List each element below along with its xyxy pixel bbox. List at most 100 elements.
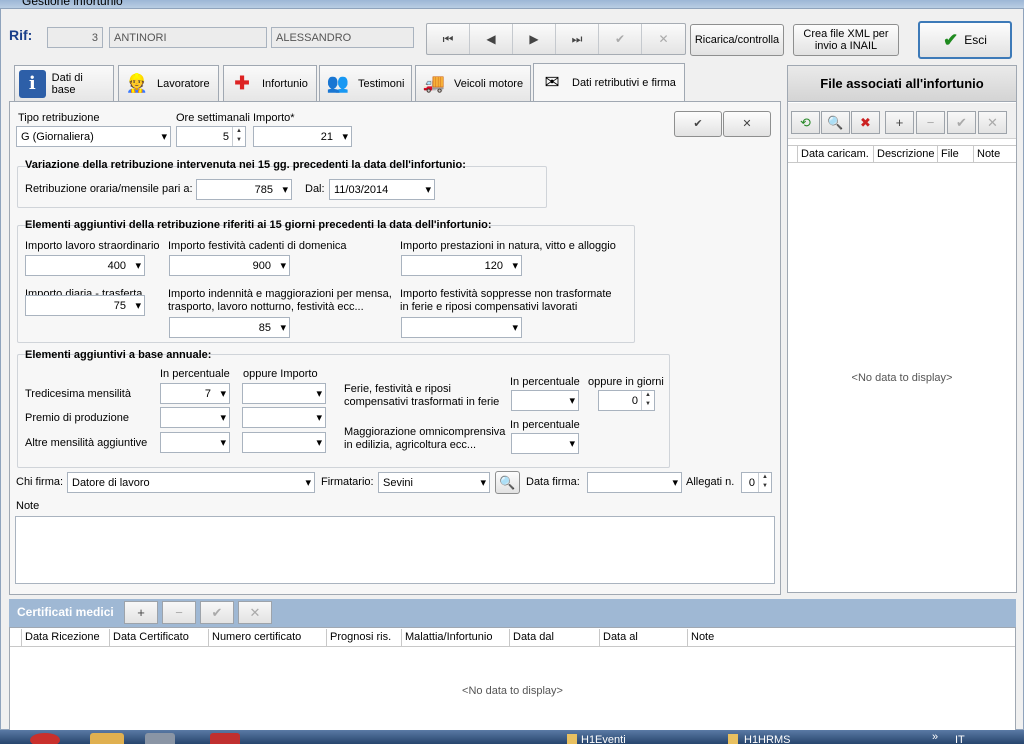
chevron-up-icon[interactable]: » <box>932 731 938 744</box>
soppresse-label-1: Importo festività soppresse non trasform… <box>400 288 612 300</box>
importo-field[interactable]: 21 <box>253 126 352 147</box>
prev-record-button[interactable]: ◀ <box>470 24 513 54</box>
altre-importo-field[interactable] <box>242 432 326 453</box>
tab-infortunio[interactable]: ✚ Infortunio <box>223 65 317 101</box>
retribuzione-field[interactable]: 785 <box>196 179 292 200</box>
add-certificato-button[interactable]: + <box>124 601 158 624</box>
diaria-field[interactable]: 75 <box>25 295 145 316</box>
certificati-grid-header: Data Ricezione Data Certificato Numero c… <box>10 629 1015 647</box>
cancel-certificato-button[interactable]: ✕ <box>238 601 272 624</box>
last-record-button[interactable]: ⏭ <box>556 24 599 54</box>
soppresse-field[interactable] <box>401 317 522 338</box>
form-confirm-button[interactable]: ✔ <box>674 111 722 137</box>
column-header[interactable]: File <box>938 146 974 162</box>
cancel-record-button[interactable]: ✕ <box>642 24 685 54</box>
spinner-arrows-icon[interactable]: ▲ ▼ <box>641 391 654 410</box>
firmatario-search-button[interactable]: 🔍 <box>495 471 520 494</box>
ricarica-button[interactable]: Ricarica/controlla <box>690 24 784 56</box>
column-header[interactable]: Data al <box>600 629 688 646</box>
natura-field[interactable]: 120 <box>401 255 522 276</box>
straord-field[interactable]: 400 <box>25 255 145 276</box>
column-header[interactable]: Note <box>688 629 1015 646</box>
premio-perc-field[interactable] <box>160 407 230 428</box>
tredicesima-importo-field[interactable] <box>242 383 326 404</box>
taskbar-app-icon[interactable] <box>210 733 240 744</box>
column-header[interactable]: Descrizione <box>874 146 938 162</box>
view-file-button[interactable]: 🔍 <box>821 111 850 134</box>
dal-label: Dal: <box>305 183 325 195</box>
window-title: Gestione infortunio <box>22 0 123 8</box>
grid-indicator-column <box>788 146 798 162</box>
allegati-label: Allegati n. <box>686 476 735 488</box>
firmatario-select[interactable]: Sevini <box>378 472 490 493</box>
minus-icon: − <box>175 605 183 620</box>
taskbar-item[interactable]: H1Eventi <box>581 734 626 744</box>
remove-file-button[interactable]: − <box>916 111 945 134</box>
giorni-spinner[interactable]: 0 ▲ ▼ <box>598 390 655 411</box>
next-record-button[interactable]: ▶ <box>513 24 556 54</box>
data-firma-field[interactable] <box>587 472 682 493</box>
rif-number-field: 3 <box>47 27 103 48</box>
tab-lavoratore[interactable]: 👷 Lavoratore <box>118 65 219 101</box>
dal-date-field[interactable]: 11/03/2014 <box>329 179 435 200</box>
indennita-field[interactable]: 85 <box>169 317 290 338</box>
taskbar-app-icon[interactable] <box>90 733 124 744</box>
cancel-file-button[interactable]: ✕ <box>978 111 1007 134</box>
ferie-perc-header: In percentuale <box>510 376 580 388</box>
language-indicator[interactable]: IT <box>955 734 965 744</box>
tredicesima-perc-field[interactable]: 7 <box>160 383 230 404</box>
omni-label-1: Maggiorazione omnicomprensiva <box>344 426 506 438</box>
tab-testimoni[interactable]: 👥 Testimoni <box>319 65 412 101</box>
allegati-spinner[interactable]: 0 ▲ ▼ <box>741 472 772 493</box>
remove-certificato-button[interactable]: − <box>162 601 196 624</box>
taskbar-app-icon[interactable] <box>145 733 175 744</box>
esci-button[interactable]: ✔ Esci <box>918 21 1012 59</box>
altre-perc-field[interactable] <box>160 432 230 453</box>
imp-header: oppure Importo <box>243 368 318 380</box>
spinner-arrows-icon[interactable]: ▲ ▼ <box>232 127 245 146</box>
add-file-button[interactable]: + <box>885 111 914 134</box>
tipo-retribuzione-select[interactable]: G (Giornaliera) <box>16 126 171 147</box>
column-header[interactable]: Data Certificato <box>110 629 209 646</box>
column-header[interactable]: Data Ricezione <box>22 629 110 646</box>
tab-dati-retributivi[interactable]: ✉ Dati retributivi e firma <box>533 63 685 101</box>
omni-perc-field[interactable] <box>511 433 579 454</box>
note-textarea[interactable] <box>15 516 775 584</box>
grid-indicator-column <box>10 629 22 646</box>
spinner-arrows-icon[interactable]: ▲ ▼ <box>758 473 771 492</box>
festivita-field[interactable]: 900 <box>169 255 290 276</box>
xml-button[interactable]: Crea file XML per invio a INAIL <box>793 24 899 56</box>
premio-label: Premio di produzione <box>25 412 129 424</box>
confirm-record-button[interactable]: ✔ <box>599 24 642 54</box>
close-icon: ✕ <box>249 604 261 620</box>
column-header[interactable]: Numero certificato <box>209 629 327 646</box>
form-cancel-button[interactable]: ✕ <box>723 111 771 137</box>
ferie-perc-field[interactable] <box>511 390 579 411</box>
truck-icon: 🚚 <box>422 73 446 93</box>
certificati-empty-text: <No data to display> <box>462 685 563 697</box>
column-header[interactable]: Note <box>974 146 1014 162</box>
chi-firma-select[interactable]: Datore di lavoro <box>67 472 315 493</box>
confirm-file-button[interactable]: ✔ <box>947 111 976 134</box>
delete-file-button[interactable]: ✖ <box>851 111 880 134</box>
column-header[interactable]: Prognosi ris. <box>327 629 402 646</box>
tredicesima-label: Tredicesima mensilità <box>25 388 131 400</box>
preview-icon: 🔍 <box>827 114 844 130</box>
ore-settimanali-spinner[interactable]: 5 ▲ ▼ <box>176 126 246 147</box>
column-header[interactable]: Malattia/Infortunio <box>402 629 510 646</box>
column-header[interactable]: Data caricam. <box>798 146 874 162</box>
festivita-label: Importo festività cadenti di domenica <box>168 240 347 252</box>
column-header[interactable]: Data dal <box>510 629 600 646</box>
upload-file-button[interactable]: ⟲ <box>791 111 820 134</box>
omni-perc-header: In percentuale <box>510 419 580 431</box>
tab-dati-di-base[interactable]: i Dati di base <box>14 65 114 101</box>
start-button[interactable] <box>30 733 60 744</box>
check-icon: ✔ <box>614 32 626 46</box>
premio-importo-field[interactable] <box>242 407 326 428</box>
files-grid-header: Data caricam. Descrizione File Note <box>788 145 1016 163</box>
first-record-button[interactable]: ⏮ <box>427 24 470 54</box>
tab-veicoli-motore[interactable]: 🚚 Veicoli motore <box>415 65 531 101</box>
taskbar-item[interactable]: H1HRMS <box>744 734 790 744</box>
confirm-certificato-button[interactable]: ✔ <box>200 601 234 624</box>
title-bar: Gestione infortunio <box>0 0 1024 8</box>
